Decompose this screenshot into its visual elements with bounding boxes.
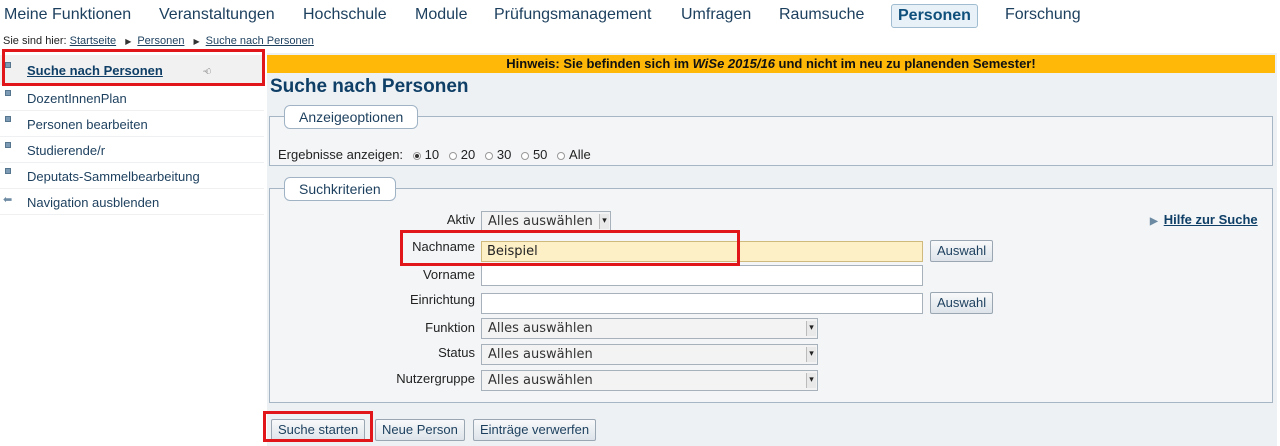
notice-text-before: Hinweis: Sie befinden sich im — [506, 56, 693, 71]
radio-30[interactable] — [484, 151, 493, 160]
square-bullet-icon — [5, 116, 11, 122]
chevron-down-icon: ▾ — [599, 214, 609, 229]
sidebar-item-personen-bearbeiten[interactable]: Personen bearbeiten — [0, 111, 264, 137]
search-button[interactable]: Suche starten — [271, 419, 366, 441]
breadcrumb-personen[interactable]: Personen — [137, 35, 184, 47]
hand-cursor-icon: ☜ — [201, 65, 214, 80]
nav-meine-funktionen[interactable]: Meine Funktionen — [4, 5, 131, 25]
breadcrumb-prefix: Sie sind hier: — [3, 35, 67, 47]
sidebar-item-label: Personen bearbeiten — [27, 117, 148, 132]
radio-label-30: 30 — [496, 147, 512, 162]
nachname-input[interactable]: Beispiel — [481, 241, 923, 262]
radio-label-10: 10 — [424, 147, 440, 162]
sidebar-item-label: Deputats-Sammelbearbeitung — [27, 169, 200, 184]
radio-label-alle: Alle — [569, 147, 591, 162]
einrichtung-input[interactable] — [481, 293, 923, 314]
breadcrumb-suche-nach-personen[interactable]: Suche nach Personen — [206, 35, 314, 47]
radio-20[interactable] — [448, 151, 457, 160]
funktion-label: Funktion — [425, 320, 475, 335]
notice-semester: WiSe 2015/16 — [692, 56, 775, 71]
radio-alle[interactable] — [557, 151, 566, 160]
breadcrumb: Sie sind hier: Startseite ▶ Personen ▶ Suc… — [3, 35, 314, 47]
nav-hochschule[interactable]: Hochschule — [303, 5, 387, 25]
nav-pruefungsmanagement[interactable]: Prüfungsmanagement — [494, 5, 651, 25]
status-select[interactable]: Alles auswählen ▾ — [481, 344, 818, 365]
results-label: Ergebnisse anzeigen: — [278, 147, 404, 162]
triangle-right-icon: ▶ — [1150, 216, 1158, 227]
status-label: Status — [438, 345, 475, 360]
square-bullet-icon — [5, 142, 11, 148]
nutzergruppe-select[interactable]: Alles auswählen ▾ — [481, 370, 818, 391]
sidebar-item-studierende[interactable]: Studierende/r — [0, 137, 264, 163]
page-title: Suche nach Personen — [270, 76, 469, 97]
square-bullet-icon — [5, 62, 11, 68]
vorname-label: Vorname — [422, 267, 475, 282]
sidebar-item-label: DozentInnenPlan — [27, 91, 127, 106]
arrow-left-icon: ⬅ — [3, 194, 13, 206]
notice-text-after: und nicht im neu zu planenden Semester! — [774, 56, 1036, 71]
aktiv-select[interactable]: Alles auswählen ▾ — [481, 211, 611, 232]
breadcrumb-separator-icon: ▶ — [193, 37, 200, 46]
nav-personen[interactable]: Personen — [891, 4, 978, 28]
sidebar-item-dozentinnenplan[interactable]: DozentInnenPlan — [0, 85, 264, 111]
nutzergruppe-label: Nutzergruppe — [396, 371, 475, 386]
radio-10[interactable] — [412, 151, 421, 160]
vorname-input[interactable] — [481, 265, 923, 286]
sidebar-item-label: Navigation ausblenden — [27, 195, 160, 210]
nav-umfragen[interactable]: Umfragen — [681, 5, 751, 25]
sidebar-item-suche-nach-personen[interactable]: Suche nach Personen ☜ — [0, 55, 264, 85]
nav-raumsuche[interactable]: Raumsuche — [779, 5, 864, 25]
top-navigation: Meine Funktionen Veranstaltungen Hochsch… — [0, 0, 1280, 32]
funktion-select[interactable]: Alles auswählen ▾ — [481, 318, 818, 339]
radio-label-20: 20 — [460, 147, 476, 162]
aktiv-select-value: Alles auswählen — [488, 214, 593, 229]
results-per-page-options: Ergebnisse anzeigen: 10 20 30 50 Alle — [278, 147, 591, 162]
chevron-down-icon: ▾ — [806, 321, 816, 336]
sidebar-navigation: Suche nach Personen ☜ DozentInnenPlan Pe… — [0, 53, 264, 215]
square-bullet-icon — [5, 168, 11, 174]
sidebar-item-navigation-ausblenden[interactable]: ⬅ Navigation ausblenden — [0, 189, 264, 215]
main-content: Hinweis: Sie befinden sich im WiSe 2015/… — [267, 53, 1277, 446]
sidebar-item-label: Studierende/r — [27, 143, 106, 158]
semester-notice: Hinweis: Sie befinden sich im WiSe 2015/… — [267, 55, 1275, 73]
chevron-down-icon: ▾ — [806, 347, 816, 362]
search-criteria-legend: Suchkriterien — [284, 177, 396, 201]
chevron-down-icon: ▾ — [806, 373, 816, 388]
nachname-auswahl-button[interactable]: Auswahl — [930, 240, 994, 262]
aktiv-label: Aktiv — [446, 212, 475, 227]
nutzergruppe-select-value: Alles auswählen — [488, 373, 593, 388]
funktion-select-value: Alles auswählen — [488, 321, 593, 336]
breadcrumb-startseite[interactable]: Startseite — [70, 35, 116, 47]
breadcrumb-separator-icon: ▶ — [125, 37, 132, 46]
einrichtung-auswahl-button[interactable]: Auswahl — [930, 292, 994, 314]
nachname-label: Nachname — [412, 239, 475, 254]
status-select-value: Alles auswählen — [488, 347, 593, 362]
nav-veranstaltungen[interactable]: Veranstaltungen — [159, 5, 275, 25]
nav-module[interactable]: Module — [415, 5, 467, 25]
help-link-label: Hilfe zur Suche — [1163, 212, 1258, 227]
sidebar-item-deputats-sammelbearbeitung[interactable]: Deputats-Sammelbearbeitung — [0, 163, 264, 189]
radio-50[interactable] — [520, 151, 529, 160]
einrichtung-label: Einrichtung — [409, 292, 475, 307]
display-options-legend: Anzeigeoptionen — [284, 105, 419, 129]
new-person-button[interactable]: Neue Person — [375, 419, 465, 441]
discard-entries-button[interactable]: Einträge verwerfen — [473, 419, 597, 441]
square-bullet-icon — [5, 90, 11, 96]
nav-forschung[interactable]: Forschung — [1005, 5, 1081, 25]
display-options-fieldset: Anzeigeoptionen Ergebnisse anzeigen: 10 … — [269, 105, 1273, 166]
radio-label-50: 50 — [532, 147, 548, 162]
help-link[interactable]: ▶ Hilfe zur Suche — [1150, 212, 1258, 227]
sidebar-item-label: Suche nach Personen — [27, 63, 163, 78]
